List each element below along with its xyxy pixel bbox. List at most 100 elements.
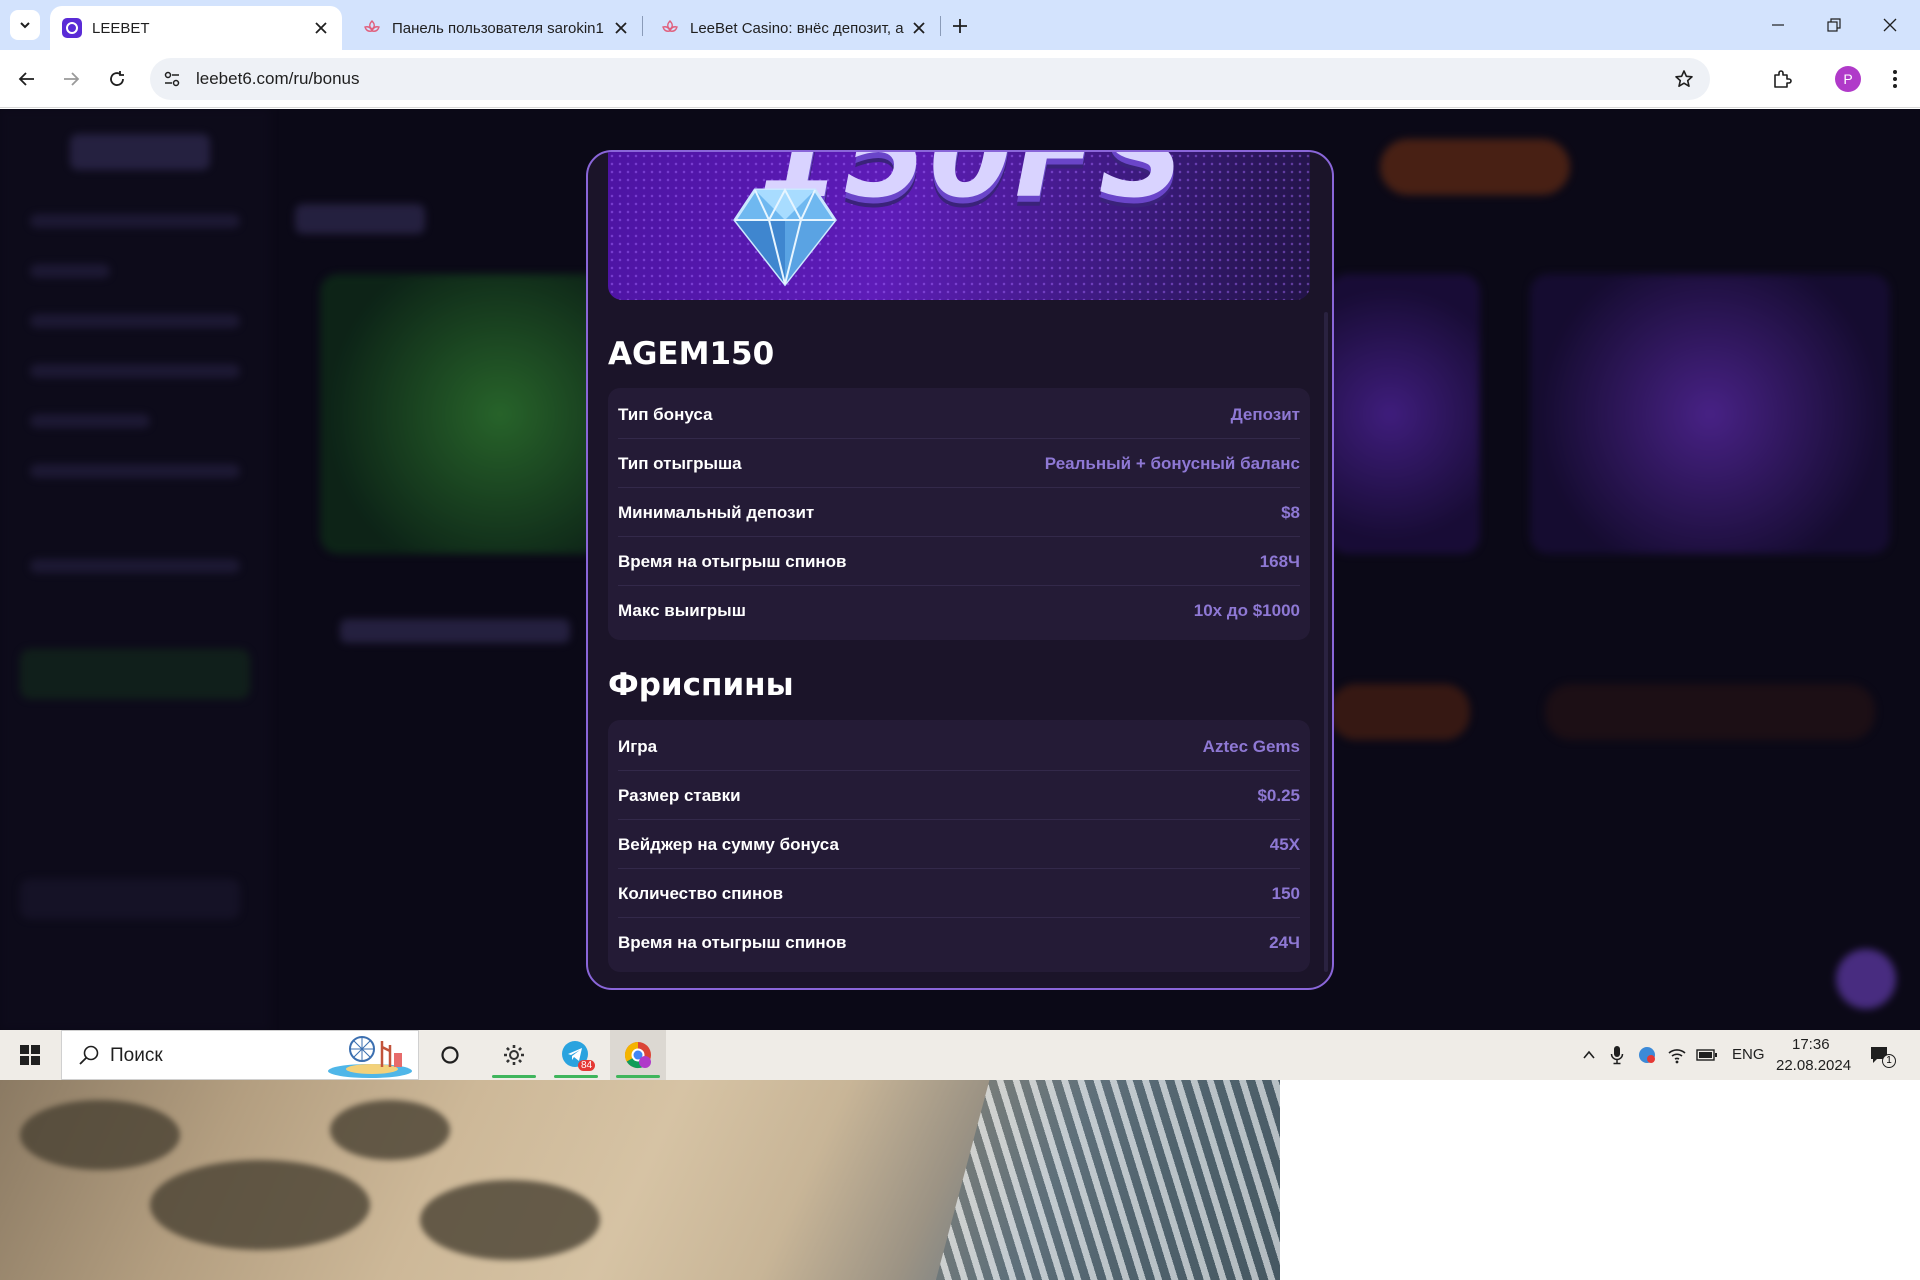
table-row: Тип отыгрыша Реальный + бонусный баланс	[608, 439, 1310, 488]
windows-taskbar: Поиск 84 ENG 17:36 22.08.2024 1	[0, 1030, 1920, 1080]
browser-toolbar: leebet6.com/ru/bonus P	[0, 50, 1920, 108]
photo-shrub	[420, 1180, 600, 1260]
forward-button[interactable]	[56, 64, 86, 94]
back-button[interactable]	[12, 64, 42, 94]
close-icon[interactable]	[310, 17, 332, 39]
page-heading	[295, 204, 425, 234]
gear-icon	[504, 1045, 524, 1065]
start-button[interactable]	[0, 1030, 60, 1080]
taskbar-search-box[interactable]: Поиск	[61, 1030, 419, 1080]
flower-icon	[660, 18, 680, 38]
search-icon	[79, 1045, 99, 1065]
plus-icon	[953, 19, 967, 33]
search-highlight-illustration	[328, 1036, 412, 1078]
microphone-tray-button[interactable]	[1606, 1044, 1628, 1066]
table-row: Минимальный депозит $8	[608, 488, 1310, 537]
freespins-title: Фриспины	[608, 667, 794, 703]
sidebar-placeholder	[30, 464, 240, 478]
profile-avatar[interactable]: P	[1835, 66, 1861, 92]
row-value: 24Ч	[1269, 932, 1300, 952]
restore-button[interactable]	[1806, 0, 1862, 50]
row-label: Минимальный депозит	[618, 502, 815, 522]
row-label: Тип бонуса	[618, 404, 713, 424]
battery-tray-button[interactable]	[1696, 1044, 1718, 1066]
chrome-icon	[624, 1041, 651, 1069]
card-placeholder	[340, 619, 570, 643]
browser-menu-button[interactable]	[1880, 64, 1910, 94]
running-indicator	[616, 1075, 660, 1078]
chevron-up-icon	[1583, 1050, 1595, 1059]
minimize-button[interactable]	[1750, 0, 1806, 50]
reload-button[interactable]	[102, 64, 132, 94]
close-icon	[1883, 18, 1897, 32]
sidebar-placeholder	[30, 414, 150, 428]
row-value: 10x до $1000	[1193, 600, 1300, 620]
bookmark-star-icon[interactable]	[1672, 67, 1696, 91]
photo-shrub	[150, 1160, 370, 1250]
desktop-background	[1280, 1080, 1920, 1280]
taskbar-chrome[interactable]	[610, 1030, 666, 1080]
puzzle-icon	[1774, 70, 1792, 88]
new-tab-button[interactable]	[946, 12, 974, 40]
microphone-icon	[1610, 1046, 1624, 1065]
close-icon[interactable]	[908, 17, 930, 39]
bonus-card	[320, 274, 620, 554]
header-cta	[1380, 139, 1570, 195]
notification-count-badge: 1	[1882, 1054, 1896, 1068]
taskbar-settings[interactable]	[486, 1030, 542, 1080]
row-label: Игра	[618, 736, 658, 756]
row-label: Тип отыгрыша	[618, 453, 742, 473]
tab-leebet[interactable]: LEEBET	[50, 6, 342, 50]
sidebar-placeholder	[30, 559, 240, 573]
tab-search-button[interactable]	[10, 10, 40, 40]
telegram-unread-badge: 84	[578, 1060, 596, 1071]
extensions-button[interactable]	[1767, 64, 1797, 94]
row-value: $0.25	[1257, 785, 1300, 805]
page-backdrop[interactable]: 150FS AGEM150 Тип бонуса Депозит Тип оты…	[0, 109, 1920, 1030]
row-value: Реальный + бонусный баланс	[1044, 453, 1300, 473]
address-bar[interactable]: leebet6.com/ru/bonus	[150, 58, 1710, 100]
browser-tab-bar: LEEBET Панель пользователя sarokin1 LeeB…	[0, 0, 1920, 50]
close-window-button[interactable]	[1862, 0, 1918, 50]
tab-leebet-review[interactable]: LeeBet Casino: внёс депозит, а	[648, 6, 940, 50]
network-tray-button[interactable]	[1666, 1044, 1688, 1066]
table-row: Макс выигрыш 10x до $1000	[608, 586, 1310, 635]
close-icon[interactable]	[610, 17, 632, 39]
site-settings-icon[interactable]	[160, 67, 184, 91]
tab-user-panel[interactable]: Панель пользователя sarokin1	[350, 6, 642, 50]
chat-bubble	[1836, 949, 1896, 1009]
taskbar-telegram[interactable]: 84	[548, 1030, 604, 1080]
tab-title: Панель пользователя sarokin1	[392, 19, 604, 37]
app-status-icon	[1639, 1047, 1655, 1063]
row-label: Вейджер на сумму бонуса	[618, 834, 839, 854]
sidebar-placeholder	[30, 364, 240, 378]
row-value: 150	[1271, 883, 1300, 903]
running-indicator	[492, 1075, 536, 1078]
flower-icon	[362, 18, 382, 38]
cortana-circle-icon	[441, 1046, 459, 1064]
battery-icon	[1696, 1049, 1717, 1061]
row-value: $8	[1281, 502, 1300, 522]
clock-time[interactable]: 17:36	[1792, 1036, 1830, 1053]
tab-separator	[642, 16, 643, 36]
row-label: Размер ставки	[618, 785, 741, 805]
table-row: Размер ставки $0.25	[608, 771, 1310, 820]
input-language[interactable]: ENG	[1732, 1046, 1765, 1063]
clock-date[interactable]: 22.08.2024	[1776, 1057, 1851, 1074]
modal-scrollbar[interactable]	[1324, 312, 1328, 972]
row-label: Время на отыгрыш спинов	[618, 932, 847, 952]
sidebar-placeholder	[30, 264, 110, 278]
more-vert-icon	[1893, 70, 1897, 88]
row-label: Макс выигрыш	[618, 600, 746, 620]
bonus-code-title: AGEM150	[608, 336, 775, 372]
messenger-tray-button[interactable]	[1636, 1044, 1658, 1066]
action-center-button[interactable]: 1	[1866, 1044, 1896, 1068]
sidebar-placeholder	[30, 314, 240, 328]
show-hidden-icons-button[interactable]	[1578, 1044, 1600, 1066]
bonus-info-table: Тип бонуса Депозит Тип отыгрыша Реальный…	[608, 388, 1310, 640]
restore-icon	[1827, 18, 1841, 32]
tab-title: LEEBET	[92, 19, 150, 37]
cortana-button[interactable]	[422, 1030, 478, 1080]
tab-separator	[940, 16, 941, 36]
diamond-icon	[733, 187, 837, 287]
